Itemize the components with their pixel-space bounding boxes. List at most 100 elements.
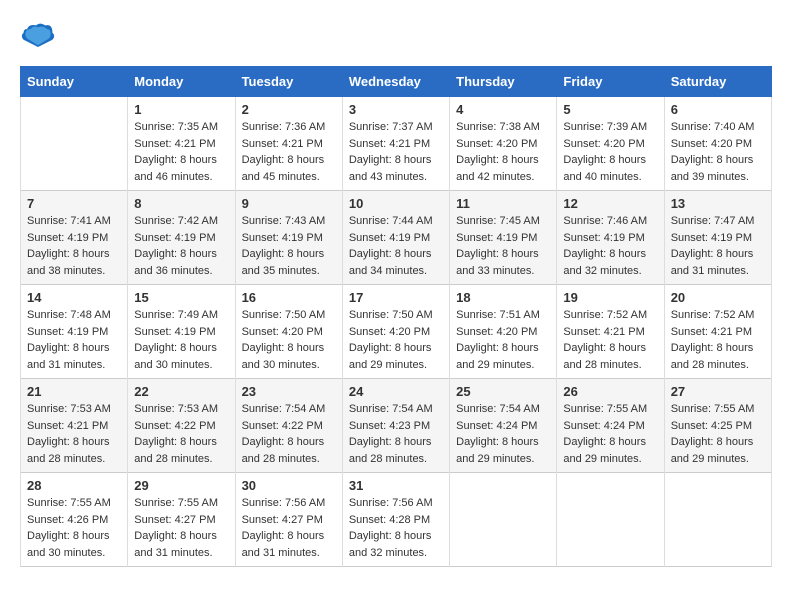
sunset-label: Sunset: 4:28 PM	[349, 514, 430, 526]
daylight-label: Daylight: 8 hours and 33 minutes.	[456, 248, 539, 277]
sunrise-label: Sunrise: 7:55 AM	[671, 403, 755, 415]
daylight-label: Daylight: 8 hours and 28 minutes.	[134, 436, 217, 465]
calendar-cell: 27 Sunrise: 7:55 AM Sunset: 4:25 PM Dayl…	[664, 379, 771, 473]
sunrise-label: Sunrise: 7:43 AM	[242, 215, 326, 227]
calendar-row: 7 Sunrise: 7:41 AM Sunset: 4:19 PM Dayli…	[21, 191, 772, 285]
daylight-label: Daylight: 8 hours and 43 minutes.	[349, 154, 432, 183]
calendar-cell: 22 Sunrise: 7:53 AM Sunset: 4:22 PM Dayl…	[128, 379, 235, 473]
day-number: 31	[349, 478, 443, 493]
calendar-body: 1 Sunrise: 7:35 AM Sunset: 4:21 PM Dayli…	[21, 97, 772, 567]
day-number: 18	[456, 290, 550, 305]
day-info: Sunrise: 7:56 AM Sunset: 4:28 PM Dayligh…	[349, 495, 443, 561]
day-number: 24	[349, 384, 443, 399]
day-number: 25	[456, 384, 550, 399]
header-day: Sunday	[21, 67, 128, 97]
sunset-label: Sunset: 4:20 PM	[671, 138, 752, 150]
sunset-label: Sunset: 4:19 PM	[349, 232, 430, 244]
calendar-cell: 12 Sunrise: 7:46 AM Sunset: 4:19 PM Dayl…	[557, 191, 664, 285]
day-info: Sunrise: 7:37 AM Sunset: 4:21 PM Dayligh…	[349, 119, 443, 185]
day-info: Sunrise: 7:54 AM Sunset: 4:23 PM Dayligh…	[349, 401, 443, 467]
daylight-label: Daylight: 8 hours and 30 minutes.	[27, 530, 110, 559]
calendar-cell	[557, 473, 664, 567]
day-number: 9	[242, 196, 336, 211]
day-number: 11	[456, 196, 550, 211]
daylight-label: Daylight: 8 hours and 30 minutes.	[134, 342, 217, 371]
calendar-cell: 17 Sunrise: 7:50 AM Sunset: 4:20 PM Dayl…	[342, 285, 449, 379]
day-info: Sunrise: 7:55 AM Sunset: 4:25 PM Dayligh…	[671, 401, 765, 467]
sunrise-label: Sunrise: 7:51 AM	[456, 309, 540, 321]
day-info: Sunrise: 7:55 AM Sunset: 4:26 PM Dayligh…	[27, 495, 121, 561]
calendar-cell	[21, 97, 128, 191]
daylight-label: Daylight: 8 hours and 29 minutes.	[563, 436, 646, 465]
calendar-cell: 23 Sunrise: 7:54 AM Sunset: 4:22 PM Dayl…	[235, 379, 342, 473]
calendar-cell: 4 Sunrise: 7:38 AM Sunset: 4:20 PM Dayli…	[450, 97, 557, 191]
header-day: Monday	[128, 67, 235, 97]
calendar-cell: 16 Sunrise: 7:50 AM Sunset: 4:20 PM Dayl…	[235, 285, 342, 379]
day-info: Sunrise: 7:54 AM Sunset: 4:22 PM Dayligh…	[242, 401, 336, 467]
day-info: Sunrise: 7:39 AM Sunset: 4:20 PM Dayligh…	[563, 119, 657, 185]
day-number: 12	[563, 196, 657, 211]
day-number: 4	[456, 102, 550, 117]
day-info: Sunrise: 7:54 AM Sunset: 4:24 PM Dayligh…	[456, 401, 550, 467]
sunrise-label: Sunrise: 7:54 AM	[242, 403, 326, 415]
header-day: Friday	[557, 67, 664, 97]
day-info: Sunrise: 7:44 AM Sunset: 4:19 PM Dayligh…	[349, 213, 443, 279]
day-number: 13	[671, 196, 765, 211]
day-number: 22	[134, 384, 228, 399]
sunset-label: Sunset: 4:21 PM	[27, 420, 108, 432]
sunrise-label: Sunrise: 7:45 AM	[456, 215, 540, 227]
calendar-cell: 11 Sunrise: 7:45 AM Sunset: 4:19 PM Dayl…	[450, 191, 557, 285]
calendar-cell: 14 Sunrise: 7:48 AM Sunset: 4:19 PM Dayl…	[21, 285, 128, 379]
calendar-cell	[664, 473, 771, 567]
sunrise-label: Sunrise: 7:40 AM	[671, 121, 755, 133]
day-info: Sunrise: 7:55 AM Sunset: 4:27 PM Dayligh…	[134, 495, 228, 561]
sunset-label: Sunset: 4:27 PM	[134, 514, 215, 526]
daylight-label: Daylight: 8 hours and 29 minutes.	[349, 342, 432, 371]
daylight-label: Daylight: 8 hours and 46 minutes.	[134, 154, 217, 183]
daylight-label: Daylight: 8 hours and 31 minutes.	[134, 530, 217, 559]
logo-icon	[20, 20, 56, 56]
daylight-label: Daylight: 8 hours and 45 minutes.	[242, 154, 325, 183]
sunrise-label: Sunrise: 7:42 AM	[134, 215, 218, 227]
sunrise-label: Sunrise: 7:54 AM	[349, 403, 433, 415]
calendar-cell: 20 Sunrise: 7:52 AM Sunset: 4:21 PM Dayl…	[664, 285, 771, 379]
calendar-cell: 30 Sunrise: 7:56 AM Sunset: 4:27 PM Dayl…	[235, 473, 342, 567]
sunrise-label: Sunrise: 7:48 AM	[27, 309, 111, 321]
header-day: Saturday	[664, 67, 771, 97]
day-number: 19	[563, 290, 657, 305]
day-number: 6	[671, 102, 765, 117]
header-row: SundayMondayTuesdayWednesdayThursdayFrid…	[21, 67, 772, 97]
calendar-row: 1 Sunrise: 7:35 AM Sunset: 4:21 PM Dayli…	[21, 97, 772, 191]
day-info: Sunrise: 7:43 AM Sunset: 4:19 PM Dayligh…	[242, 213, 336, 279]
sunrise-label: Sunrise: 7:52 AM	[563, 309, 647, 321]
calendar-cell: 19 Sunrise: 7:52 AM Sunset: 4:21 PM Dayl…	[557, 285, 664, 379]
sunset-label: Sunset: 4:20 PM	[456, 138, 537, 150]
day-info: Sunrise: 7:50 AM Sunset: 4:20 PM Dayligh…	[349, 307, 443, 373]
sunset-label: Sunset: 4:20 PM	[349, 326, 430, 338]
sunset-label: Sunset: 4:25 PM	[671, 420, 752, 432]
sunrise-label: Sunrise: 7:52 AM	[671, 309, 755, 321]
calendar-cell: 26 Sunrise: 7:55 AM Sunset: 4:24 PM Dayl…	[557, 379, 664, 473]
sunset-label: Sunset: 4:20 PM	[563, 138, 644, 150]
daylight-label: Daylight: 8 hours and 30 minutes.	[242, 342, 325, 371]
day-number: 23	[242, 384, 336, 399]
sunset-label: Sunset: 4:19 PM	[456, 232, 537, 244]
sunrise-label: Sunrise: 7:47 AM	[671, 215, 755, 227]
daylight-label: Daylight: 8 hours and 28 minutes.	[671, 342, 754, 371]
sunrise-label: Sunrise: 7:46 AM	[563, 215, 647, 227]
day-number: 7	[27, 196, 121, 211]
day-info: Sunrise: 7:47 AM Sunset: 4:19 PM Dayligh…	[671, 213, 765, 279]
day-info: Sunrise: 7:55 AM Sunset: 4:24 PM Dayligh…	[563, 401, 657, 467]
day-info: Sunrise: 7:50 AM Sunset: 4:20 PM Dayligh…	[242, 307, 336, 373]
day-number: 17	[349, 290, 443, 305]
sunrise-label: Sunrise: 7:49 AM	[134, 309, 218, 321]
sunset-label: Sunset: 4:21 PM	[134, 138, 215, 150]
day-info: Sunrise: 7:45 AM Sunset: 4:19 PM Dayligh…	[456, 213, 550, 279]
calendar-cell: 21 Sunrise: 7:53 AM Sunset: 4:21 PM Dayl…	[21, 379, 128, 473]
sunset-label: Sunset: 4:19 PM	[242, 232, 323, 244]
daylight-label: Daylight: 8 hours and 38 minutes.	[27, 248, 110, 277]
daylight-label: Daylight: 8 hours and 28 minutes.	[563, 342, 646, 371]
sunset-label: Sunset: 4:19 PM	[671, 232, 752, 244]
day-info: Sunrise: 7:36 AM Sunset: 4:21 PM Dayligh…	[242, 119, 336, 185]
calendar-cell: 25 Sunrise: 7:54 AM Sunset: 4:24 PM Dayl…	[450, 379, 557, 473]
